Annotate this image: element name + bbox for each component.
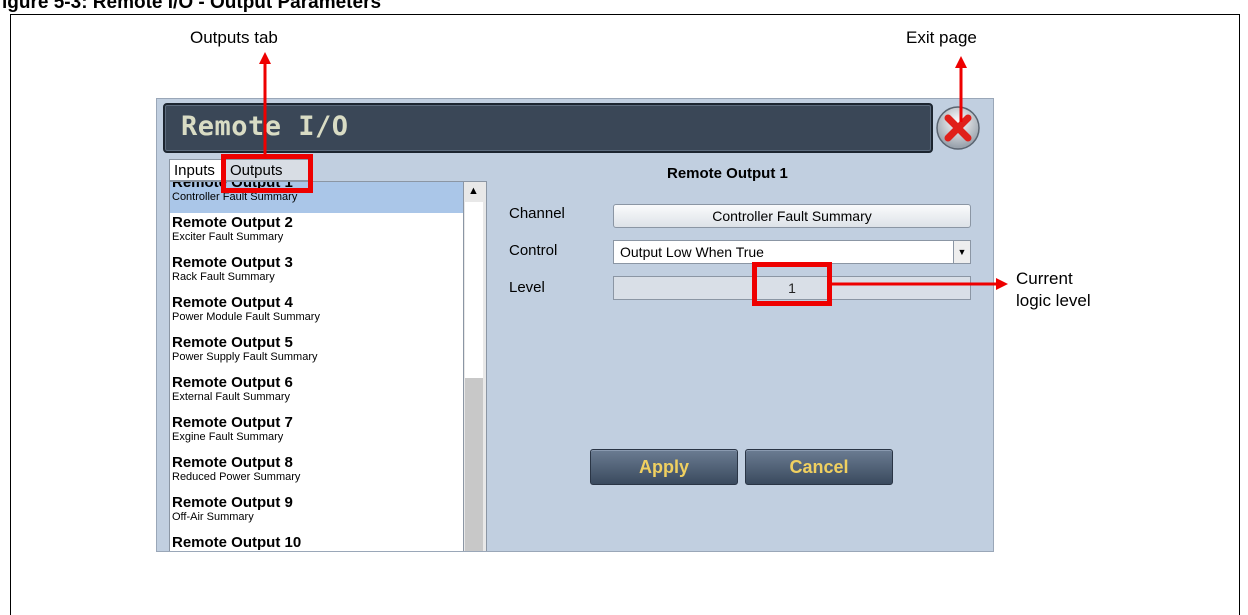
annotation-arrows [259,52,1008,290]
